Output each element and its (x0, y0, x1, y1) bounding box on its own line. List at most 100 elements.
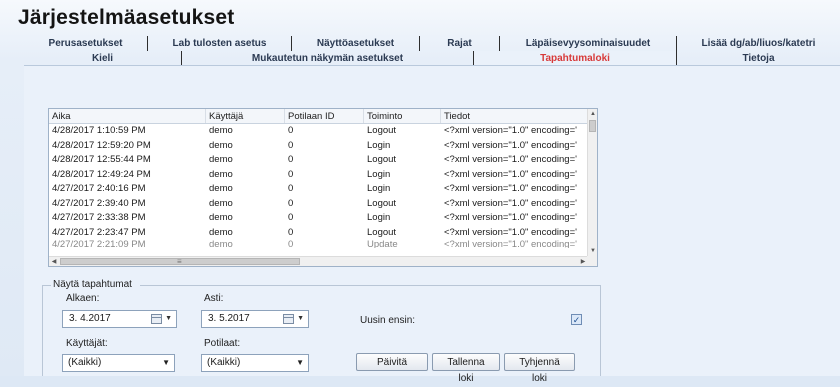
table-cell: 4/27/2017 2:39:40 PM (52, 197, 146, 209)
table-row[interactable]: 4/27/2017 2:23:47 PM demo 0 Logout <?xml ver… (49, 226, 588, 241)
tab-tapahtumaloki[interactable]: Tapahtumaloki (474, 51, 677, 66)
table-row[interactable]: 4/27/2017 2:21:09 PM demo 0 Update <?xml ver… (49, 240, 588, 248)
group-border (140, 285, 600, 286)
table-cell: <?xml version="1.0" encoding=' (444, 125, 577, 136)
clear-log-button[interactable]: Tyhjennä loki (504, 353, 575, 384)
table-cell: <?xml version="1.0" encoding=' (444, 226, 577, 238)
tab-row-1: Perusasetukset Lab tulosten asetus Näytt… (24, 36, 840, 51)
newest-first-checkbox[interactable]: ✓ (571, 314, 582, 325)
table-cell: 0 (288, 197, 294, 209)
table-cell: <?xml version="1.0" encoding=' (444, 168, 577, 180)
users-select[interactable]: (Kaikki) ▼ (62, 354, 175, 372)
table-row[interactable]: 4/27/2017 2:40:16 PM demo 0 Login <?xml vers… (49, 182, 588, 197)
tab-lapaisevyysominaisuudet[interactable]: Läpäisevyysominaisuudet (500, 36, 677, 51)
table-cell: 0 (288, 212, 294, 223)
tab-kieli[interactable]: Kieli (24, 51, 182, 66)
from-date-value: 3. 4.2017 (69, 313, 111, 324)
save-log-button[interactable]: Tallenna loki (432, 353, 500, 384)
table-cell: <?xml version="1.0" encoding=' (444, 183, 577, 194)
chevron-down-icon[interactable]: ▼ (165, 311, 172, 327)
table-cell: demo (209, 154, 233, 165)
table-cell: demo (209, 240, 233, 248)
table-cell: 4/27/2017 2:40:16 PM (52, 183, 146, 194)
page-title: Järjestelmäasetukset (18, 6, 235, 29)
tab-perusasetukset[interactable]: Perusasetukset (24, 36, 148, 51)
table-row[interactable]: 4/27/2017 2:39:40 PM demo 0 Logout <?xml ver… (49, 197, 588, 212)
tab-tietoja[interactable]: Tietoja (677, 51, 840, 66)
table-row[interactable]: 4/28/2017 12:59:20 PM demo 0 Login <?xml ver… (49, 139, 588, 154)
checkmark-icon: ✓ (572, 315, 581, 325)
vertical-scroll-thumb[interactable] (589, 120, 596, 132)
to-date-picker[interactable]: 3. 5.2017 ▼ (201, 310, 309, 328)
tab-lisaa-dg[interactable]: Lisää dg/ab/liuos/katetri (677, 36, 840, 51)
group-border (600, 285, 601, 376)
table-cell: 4/27/2017 2:23:47 PM (52, 226, 146, 238)
table-header: Aika Käyttäjä Potilaan ID Toiminto Tiedo… (49, 109, 588, 124)
users-label: Käyttäjät: (66, 338, 108, 349)
scroll-left-icon[interactable]: ◀ (49, 257, 59, 267)
tab-nayttoasetukset[interactable]: Näyttöasetukset (292, 36, 420, 51)
table-cell: Login (367, 212, 391, 223)
table-cell: 0 (288, 240, 294, 248)
tab-row-2: Kieli Mukautetun näkymän asetukset Tapah… (24, 51, 840, 66)
table-cell: 4/27/2017 2:33:38 PM (52, 212, 146, 223)
column-header-potilaan-id[interactable]: Potilaan ID (285, 109, 364, 123)
table-cell: <?xml version="1.0" encoding=' (444, 240, 577, 248)
table-cell: demo (209, 139, 233, 151)
refresh-button[interactable]: Päivitä (356, 353, 428, 371)
chevron-down-icon[interactable]: ▼ (162, 355, 170, 371)
table-cell: 0 (288, 125, 294, 136)
tab-lab-tulosten-asetus[interactable]: Lab tulosten asetus (148, 36, 292, 51)
event-log-table[interactable]: Aika Käyttäjä Potilaan ID Toiminto Tiedo… (48, 108, 598, 267)
table-cell: Login (367, 183, 391, 194)
table-cell: 0 (288, 226, 294, 238)
table-cell: Logout (367, 197, 397, 209)
table-cell: demo (209, 183, 233, 194)
table-cell: <?xml version="1.0" encoding=' (444, 197, 577, 209)
to-date-label: Asti: (204, 293, 224, 304)
column-header-kayttaja[interactable]: Käyttäjä (206, 109, 285, 123)
table-cell: 0 (288, 183, 294, 194)
horizontal-scrollbar[interactable]: ◀ ≡ ▶ (49, 256, 588, 266)
table-cell: demo (209, 125, 233, 136)
column-header-aika[interactable]: Aika (49, 109, 206, 123)
table-cell: <?xml version="1.0" encoding=' (444, 139, 577, 151)
patients-select-value: (Kaikki) (207, 357, 241, 368)
table-cell: 4/28/2017 12:49:24 PM (52, 168, 151, 180)
chevron-down-icon[interactable]: ▼ (296, 355, 304, 371)
table-cell: demo (209, 197, 233, 209)
table-row[interactable]: 4/27/2017 2:33:38 PM demo 0 Login <?xml vers… (49, 211, 588, 226)
scroll-down-icon[interactable]: ▼ (588, 246, 598, 256)
group-border (42, 285, 51, 286)
table-cell: <?xml version="1.0" encoding=' (444, 212, 577, 223)
calendar-icon[interactable] (151, 314, 162, 324)
column-header-toiminto[interactable]: Toiminto (364, 109, 441, 123)
column-header-tiedot[interactable]: Tiedot (441, 109, 588, 123)
table-cell: Login (367, 168, 391, 180)
tab-mukautetun-nakyman-asetukset[interactable]: Mukautetun näkymän asetukset (182, 51, 474, 66)
table-cell: Logout (367, 226, 397, 238)
scroll-up-icon[interactable]: ▲ (588, 109, 598, 119)
table-row[interactable]: 4/28/2017 12:55:44 PM demo 0 Logout <?xml ve… (49, 153, 588, 168)
horizontal-scroll-thumb[interactable]: ≡ (60, 257, 300, 266)
table-cell: demo (209, 212, 233, 223)
newest-first-label: Uusin ensin: (360, 315, 416, 326)
calendar-icon[interactable] (283, 314, 294, 324)
grip-icon: ≡ (177, 257, 182, 266)
vertical-scrollbar[interactable]: ▲ ▼ (587, 109, 597, 256)
patients-label: Potilaat: (204, 338, 241, 349)
table-cell: demo (209, 226, 233, 238)
from-date-label: Alkaen: (66, 293, 100, 304)
table-cell: 0 (288, 168, 294, 180)
table-row[interactable]: 4/28/2017 12:49:24 PM demo 0 Login <?xml ver… (49, 168, 588, 183)
to-date-value: 3. 5.2017 (208, 313, 250, 324)
tab-rajat[interactable]: Rajat (420, 36, 500, 51)
users-select-value: (Kaikki) (68, 357, 102, 368)
patients-select[interactable]: (Kaikki) ▼ (201, 354, 309, 372)
table-row[interactable]: 4/28/2017 1:10:59 PM demo 0 Logout <?xml ver… (49, 124, 588, 139)
chevron-down-icon[interactable]: ▼ (297, 311, 304, 327)
group-border (42, 285, 43, 376)
from-date-picker[interactable]: 3. 4.2017 ▼ (62, 310, 177, 328)
table-cell: 4/28/2017 12:59:20 PM (52, 139, 151, 151)
table-cell: Login (367, 139, 391, 151)
